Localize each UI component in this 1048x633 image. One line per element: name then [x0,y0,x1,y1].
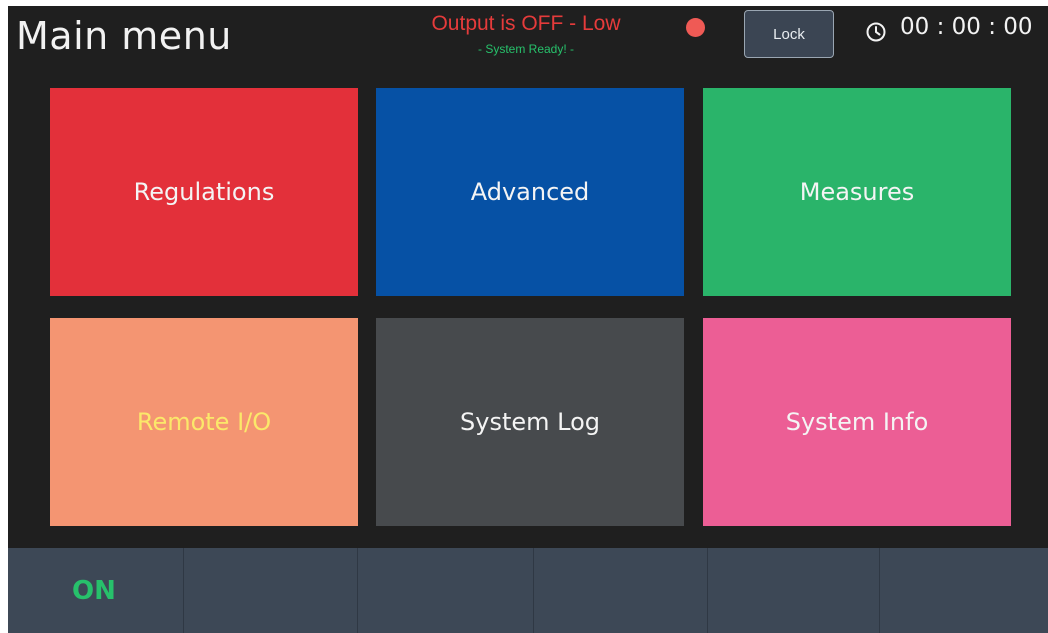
softkey-3[interactable] [358,548,534,633]
softkey-4[interactable] [534,548,708,633]
system-info-tile[interactable]: System Info [703,318,1011,526]
remote-io-tile[interactable]: Remote I/O [50,318,358,526]
output-status-text: Output is OFF - Low [431,12,621,35]
regulations-label: Regulations [133,178,275,206]
bottom-softkey-bar: ON [8,548,1048,633]
lock-button[interactable]: Lock [744,10,834,58]
output-on-label: ON [72,575,116,606]
softkey-6[interactable] [880,548,1048,633]
softkey-on[interactable]: ON [8,548,184,633]
system-log-tile[interactable]: System Log [376,318,684,526]
remote-io-label: Remote I/O [136,408,272,436]
clock-readout: 00 : 00 : 00 [900,14,1033,40]
page-title: Main menu [16,14,232,58]
system-info-label: System Info [785,408,929,436]
advanced-label: Advanced [470,178,590,206]
system-log-label: System Log [460,408,600,436]
lock-button-label: Lock [773,25,805,43]
softkey-2[interactable] [184,548,358,633]
advanced-tile[interactable]: Advanced [376,88,684,296]
system-ready-text: - System Ready! - [477,42,575,56]
header-bar: Main menu Output is OFF - Low - System R… [8,6,1048,82]
softkey-5[interactable] [708,548,880,633]
measures-label: Measures [799,178,915,206]
output-status: Output is OFF - Low - System Ready! - [396,12,656,56]
clock-icon [866,22,886,42]
main-screen: Main menu Output is OFF - Low - System R… [8,6,1048,633]
regulations-tile[interactable]: Regulations [50,88,358,296]
output-indicator-led [686,18,705,37]
measures-tile[interactable]: Measures [703,88,1011,296]
